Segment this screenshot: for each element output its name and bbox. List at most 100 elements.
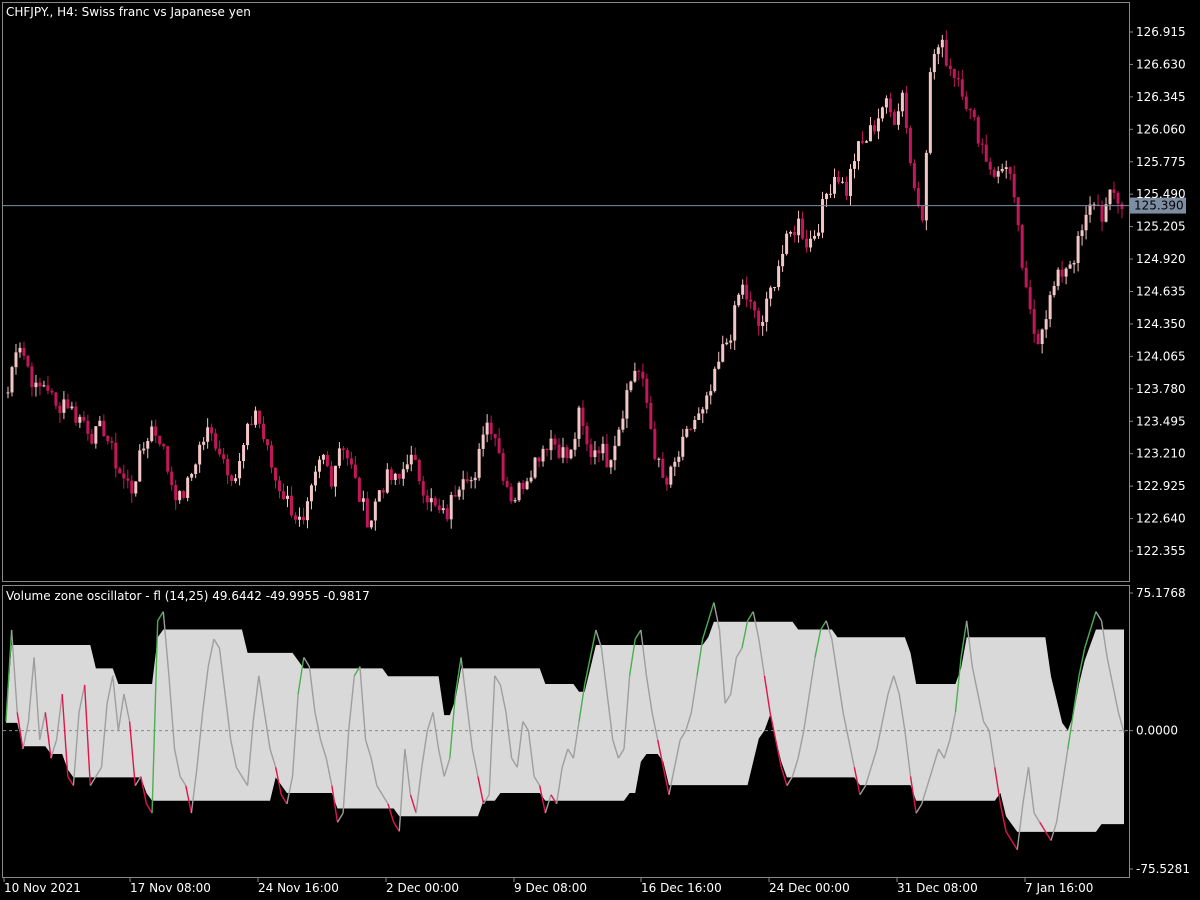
candle-body	[381, 490, 385, 493]
candle-body	[54, 392, 58, 406]
time-label: 9 Dec 08:00	[514, 881, 587, 895]
candle-body	[765, 298, 769, 322]
candle-body	[737, 294, 741, 306]
candle-body	[449, 495, 453, 520]
candle-body	[936, 47, 940, 55]
candle-body	[777, 266, 781, 288]
candle-body	[393, 473, 397, 480]
price-tick-label: 122.355	[1136, 544, 1186, 558]
time-label: 31 Dec 08:00	[897, 881, 978, 895]
candle-body	[465, 479, 469, 482]
candle-body	[1084, 214, 1088, 231]
candle-body	[170, 471, 174, 486]
candle-body	[817, 232, 821, 236]
candle-body	[22, 347, 26, 356]
candle-body	[633, 370, 637, 382]
candle-body	[505, 480, 509, 487]
candle-body	[605, 443, 609, 468]
price-tick-label: 123.210	[1136, 447, 1186, 461]
oscillator-segment	[786, 776, 794, 786]
oscillator-segment	[89, 776, 97, 786]
candle-body	[912, 163, 916, 189]
candle-body	[837, 176, 841, 182]
candle-body	[593, 450, 597, 458]
candle-body	[665, 477, 669, 485]
candle-body	[349, 458, 353, 465]
candle-body	[389, 469, 393, 480]
price-tick-label: 124.065	[1136, 349, 1186, 363]
candle-body	[848, 168, 852, 196]
candle-body	[721, 344, 725, 362]
candle-body	[609, 460, 613, 468]
candle-body	[577, 407, 581, 439]
oscillator-segment	[67, 776, 75, 786]
candle-body	[928, 72, 932, 153]
candle-body	[972, 110, 976, 118]
candle-body	[537, 457, 541, 462]
oscillator-title: Volume zone oscillator - fl (14,25) 49.6…	[6, 589, 370, 603]
candle-body	[745, 284, 749, 300]
candle-body	[78, 416, 82, 423]
candle-body	[238, 461, 242, 479]
candle-body	[66, 399, 70, 409]
candle-body	[134, 481, 138, 494]
oscillator-segment	[134, 776, 142, 786]
time-label: 10 Nov 2021	[4, 881, 81, 895]
candle-body	[1036, 333, 1040, 344]
candle-body	[34, 382, 38, 388]
candle-body	[210, 427, 214, 434]
candle-body	[789, 232, 793, 234]
candle-body	[569, 449, 573, 459]
candle-body	[801, 218, 805, 239]
candle-body	[968, 108, 972, 111]
oscillator-segment	[1095, 611, 1103, 622]
candle-body	[58, 405, 62, 413]
candle-body	[106, 435, 110, 442]
candle-body	[557, 444, 561, 458]
candle-body	[385, 469, 389, 493]
candle-body	[677, 456, 681, 462]
candle-body	[585, 425, 589, 445]
candle-body	[900, 92, 904, 112]
candle-body	[250, 423, 254, 425]
time-label: 24 Nov 16:00	[258, 881, 339, 895]
candle-body	[182, 491, 186, 498]
candle-body	[325, 454, 329, 467]
candle-body	[844, 181, 848, 196]
candle-body	[74, 406, 78, 423]
candle-body	[345, 450, 349, 459]
candle-body	[757, 310, 761, 326]
candle-body	[82, 416, 86, 421]
candle-body	[709, 391, 713, 396]
candle-body	[198, 444, 202, 465]
candle-body	[361, 498, 365, 502]
price-tick-label: 125.490	[1136, 187, 1186, 201]
candle-body	[892, 112, 896, 125]
candle-body	[206, 427, 210, 442]
candle-body	[641, 371, 645, 379]
osc-tick-label: 0.0000	[1136, 724, 1178, 738]
oscillator-segment	[707, 602, 715, 621]
price-tick-label: 126.345	[1136, 90, 1186, 104]
price-tick-label: 123.780	[1136, 382, 1186, 396]
oscillator-segment	[701, 620, 709, 640]
candle-body	[158, 435, 162, 445]
candle-body	[6, 392, 10, 394]
osc-tick-label: 75.1768	[1136, 586, 1186, 600]
oscillator-plot	[3, 602, 1129, 851]
candle-body	[1052, 285, 1056, 296]
oscillator-segment	[280, 794, 288, 805]
oscillator-segment	[746, 611, 754, 622]
candle-body	[357, 477, 361, 502]
candle-body	[421, 481, 425, 496]
candle-body	[254, 410, 258, 425]
candle-body	[365, 498, 369, 528]
osc-tick-label: -75.5281	[1136, 862, 1190, 876]
candle-body	[880, 107, 884, 119]
candle-body	[270, 445, 274, 468]
oscillator-segment	[1005, 831, 1013, 841]
candle-body	[948, 65, 952, 70]
candle-body	[70, 406, 74, 409]
candle-body	[333, 465, 337, 487]
candle-body	[138, 450, 142, 482]
